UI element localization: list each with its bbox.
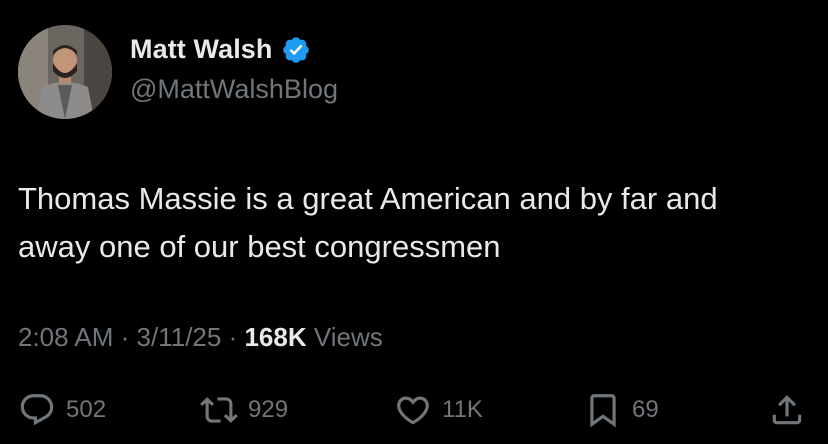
share-button[interactable] [768,388,806,432]
author-display-name[interactable]: Matt Walsh [130,34,273,65]
tweet-time[interactable]: 2:08 AM [18,322,113,352]
tweet-text: Thomas Massie is a great American and by… [18,181,718,264]
avatar[interactable] [18,25,112,119]
views-count: 168K [244,322,307,352]
repost-icon [200,391,238,429]
like-count: 11K [442,396,483,423]
like-button[interactable]: 11K [394,388,483,432]
tweet-meta: 2:08 AM · 3/11/25 · 168K Views [18,322,383,353]
tweet-card: Matt Walsh @MattWalshBlog Thomas Massie … [0,0,828,444]
action-bar: 502 929 11K 69 [0,388,828,432]
like-icon [394,391,432,429]
meta-separator: · [221,322,245,352]
reply-icon [18,391,56,429]
repost-count: 929 [248,396,289,423]
tweet-date[interactable]: 3/11/25 [137,322,222,352]
verified-badge-icon[interactable] [281,35,311,65]
share-icon [768,391,806,429]
bookmark-button[interactable]: 69 [584,388,659,432]
bookmark-count: 69 [632,396,659,423]
bookmark-icon [584,391,622,429]
meta-separator: · [113,322,137,352]
repost-button[interactable]: 929 [200,388,288,432]
reply-count: 502 [66,396,107,423]
author-name-row: Matt Walsh [130,34,311,65]
views-label: Views [306,322,383,352]
author-handle[interactable]: @MattWalshBlog [130,74,338,105]
reply-button[interactable]: 502 [18,388,106,432]
